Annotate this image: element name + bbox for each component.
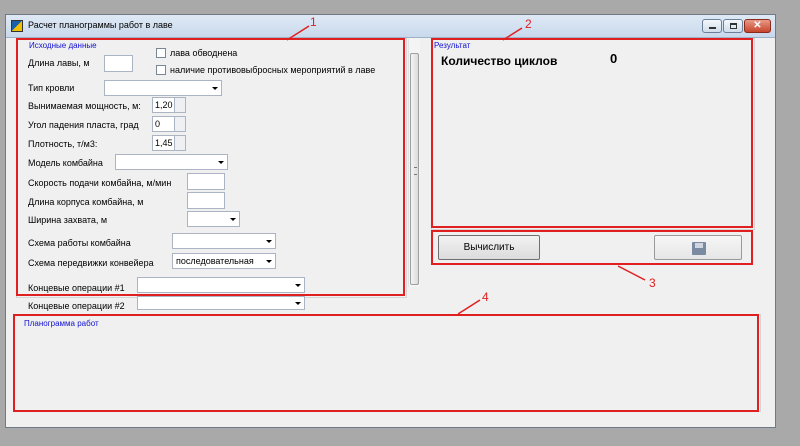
annotation-4: 4: [482, 290, 489, 304]
annotation-1: 1: [310, 15, 317, 29]
annotation-2: 2: [525, 17, 532, 31]
leader-line-1: [286, 25, 310, 41]
leader-line-2: [502, 27, 523, 41]
annotation-leaders: [286, 25, 646, 315]
leader-line-4: [457, 299, 481, 315]
annotation-3: 3: [649, 276, 656, 290]
leader-line-3: [617, 265, 646, 281]
